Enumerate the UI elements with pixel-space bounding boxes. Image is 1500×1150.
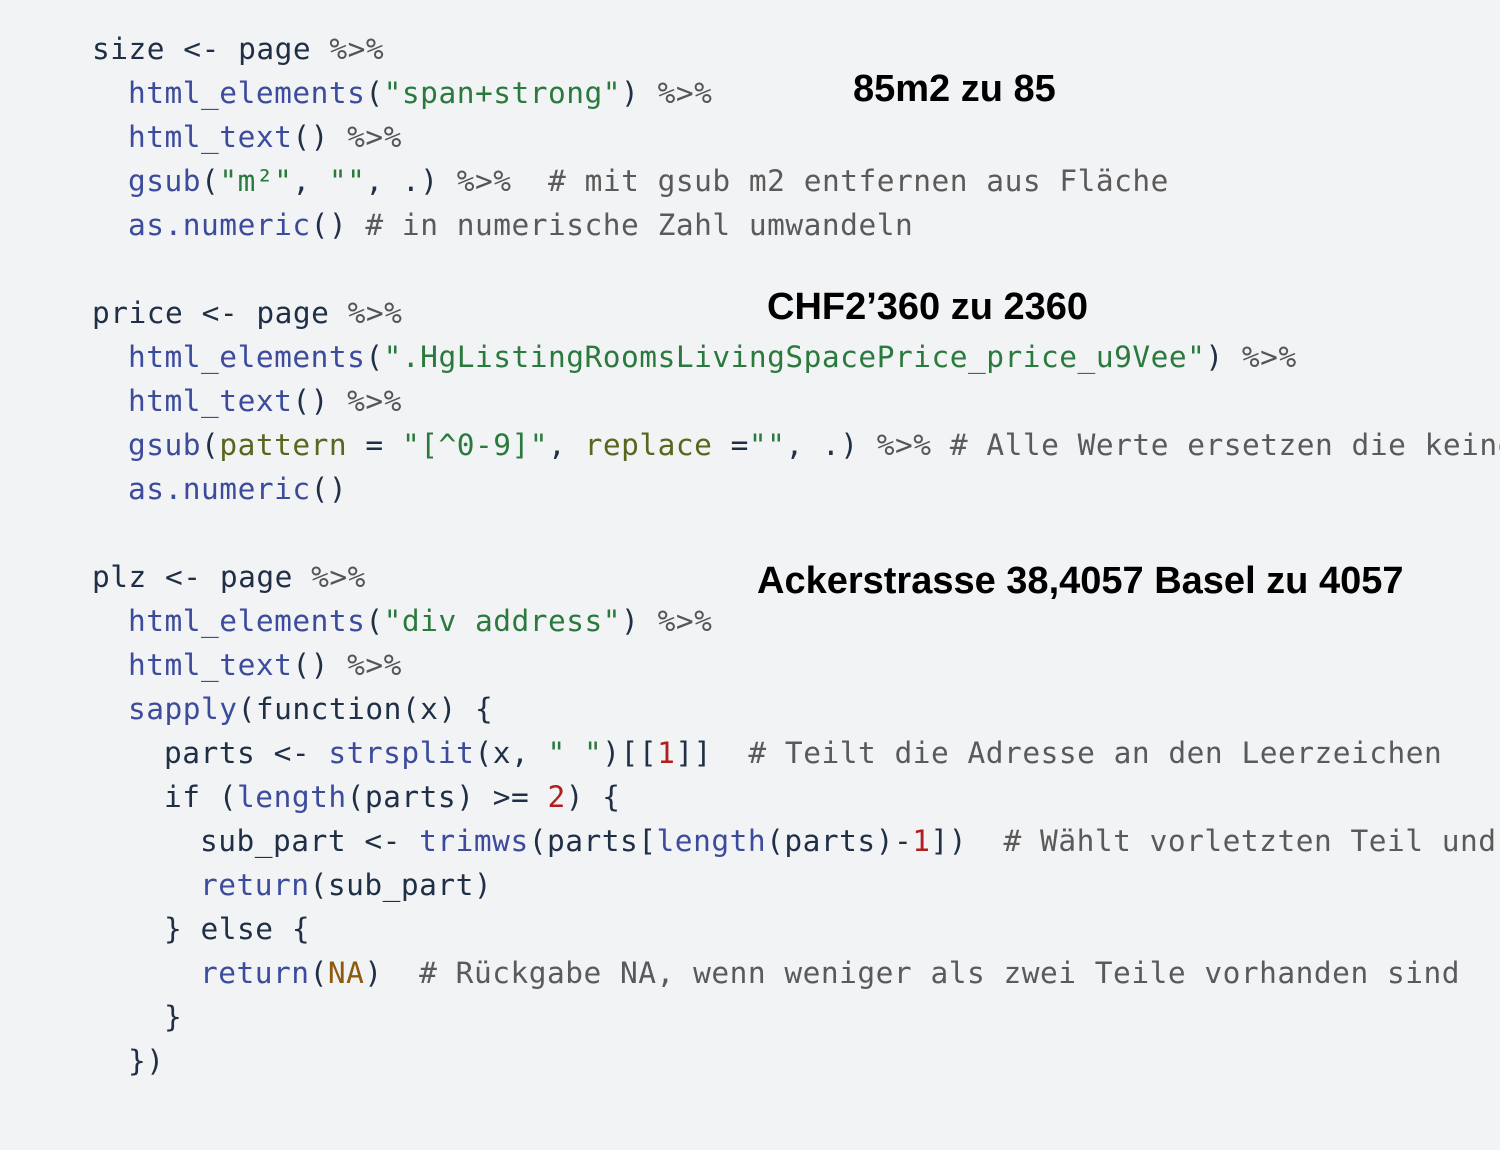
annotation-size: 85m2 zu 85 bbox=[853, 68, 1056, 110]
code-line: }) bbox=[128, 1044, 165, 1078]
code-line: html_text() %>% bbox=[128, 648, 402, 682]
annotation-plz: Ackerstrasse 38,4057 Basel zu 4057 bbox=[757, 560, 1404, 602]
code-line: } bbox=[164, 1000, 183, 1034]
code-line: return(NA) # Rückgabe NA, wenn weniger a… bbox=[200, 956, 1461, 990]
code-line: gsub(pattern = "[^0-9]", replace ="", .)… bbox=[128, 428, 1500, 462]
code-line: sapply(function(x) { bbox=[128, 692, 494, 726]
code-line: parts <- strsplit(x, " ")[[1]] # Teilt d… bbox=[164, 736, 1443, 770]
code-line: as.numeric() bbox=[128, 472, 348, 506]
code-line: html_text() %>% bbox=[128, 384, 402, 418]
code-line: html_elements("div address") %>% bbox=[128, 604, 713, 638]
code-line: gsub("m²", "", .) %>% # mit gsub m2 entf… bbox=[128, 164, 1169, 198]
code-line: if (length(parts) >= 2) { bbox=[164, 780, 621, 814]
code-line: html_elements(".HgListingRoomsLivingSpac… bbox=[128, 340, 1297, 374]
code-line: html_elements("span+strong") %>% bbox=[128, 76, 713, 110]
code-line: } else { bbox=[164, 912, 311, 946]
code-line: return(sub_part) bbox=[200, 868, 493, 902]
code-line: html_text() %>% bbox=[128, 120, 402, 154]
annotation-price: CHF2’360 zu 2360 bbox=[767, 286, 1089, 328]
code-line: as.numeric() # in numerische Zahl umwand… bbox=[128, 208, 914, 242]
code-line: sub_part <- trimws(parts[length(parts)-1… bbox=[200, 824, 1500, 858]
code-line-size: size <- page %>% bbox=[92, 32, 385, 66]
